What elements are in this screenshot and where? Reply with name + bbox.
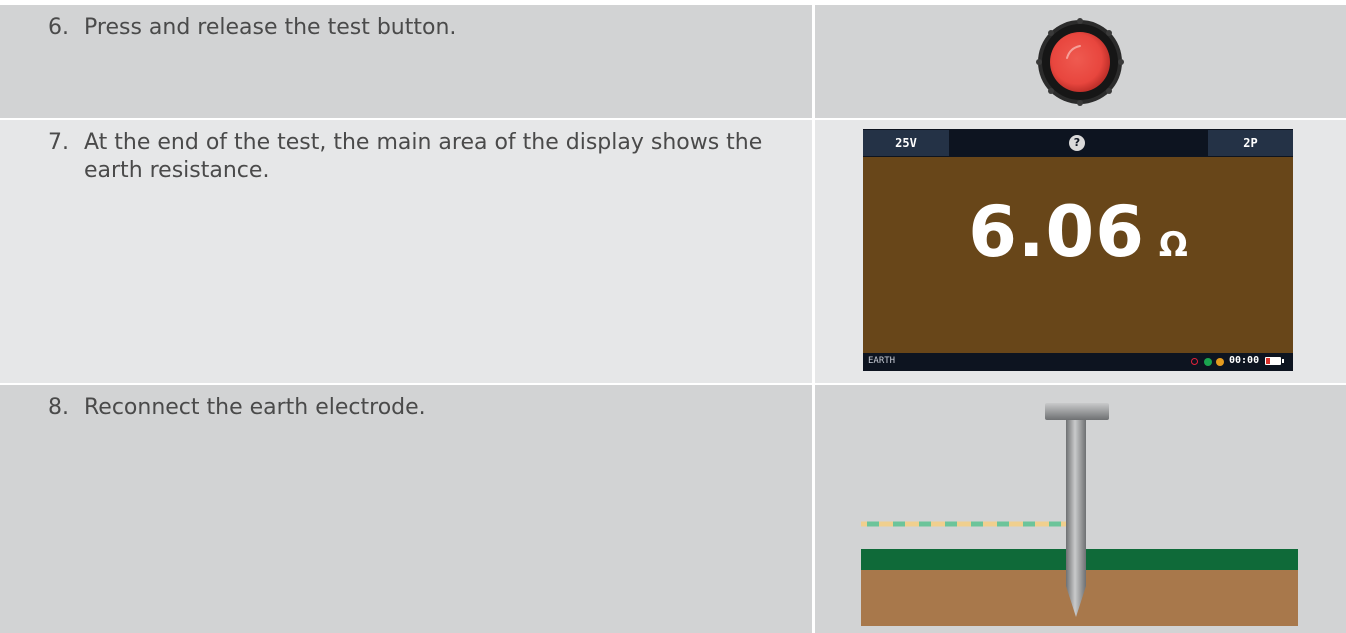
status-dot-green-icon [1204,358,1212,366]
device-display: 25V ? 2P 6.06 Ω EARTH 00:00 [863,129,1293,371]
display-status-bar: EARTH 00:00 [863,353,1293,371]
reading-unit: Ω [1158,225,1188,265]
mode-tab: 2P [1208,130,1293,156]
column-divider [812,5,815,633]
step-7: 7. At the end of the test, the main area… [48,129,808,185]
display-top-bar: 25V ? 2P [863,129,1293,157]
resistance-reading: 6.06 Ω [863,191,1293,273]
reading-value: 6.06 [968,191,1145,273]
step-8: 8. Reconnect the earth electrode. [48,394,808,422]
earth-electrode-icon [861,403,1298,626]
step-text: At the end of the test, the main area of… [84,130,763,183]
battery-icon [1265,357,1284,365]
step-6: 6. Press and release the test button. [48,14,808,42]
step-number: 6. [48,15,69,40]
voltage-tab: 25V [863,130,949,156]
step-number: 8. [48,395,69,420]
mode-label: EARTH [868,356,896,366]
status-dot-orange-icon [1216,358,1224,366]
step-text: Press and release the test button. [84,15,457,40]
step-row-6: 6. Press and release the test button. [0,5,1346,118]
timer: 00:00 [1229,355,1260,366]
test-button-icon [1036,18,1124,106]
step-number: 7. [48,130,69,155]
question-circle-icon: ? [1069,135,1085,151]
step-text: Reconnect the earth electrode. [84,395,426,420]
status-dot-red-icon [1191,358,1198,365]
step-text-cell: 8. Reconnect the earth electrode. [0,385,812,633]
step-text-cell: 6. Press and release the test button. [0,5,812,118]
step-text-cell: 7. At the end of the test, the main area… [0,120,812,383]
